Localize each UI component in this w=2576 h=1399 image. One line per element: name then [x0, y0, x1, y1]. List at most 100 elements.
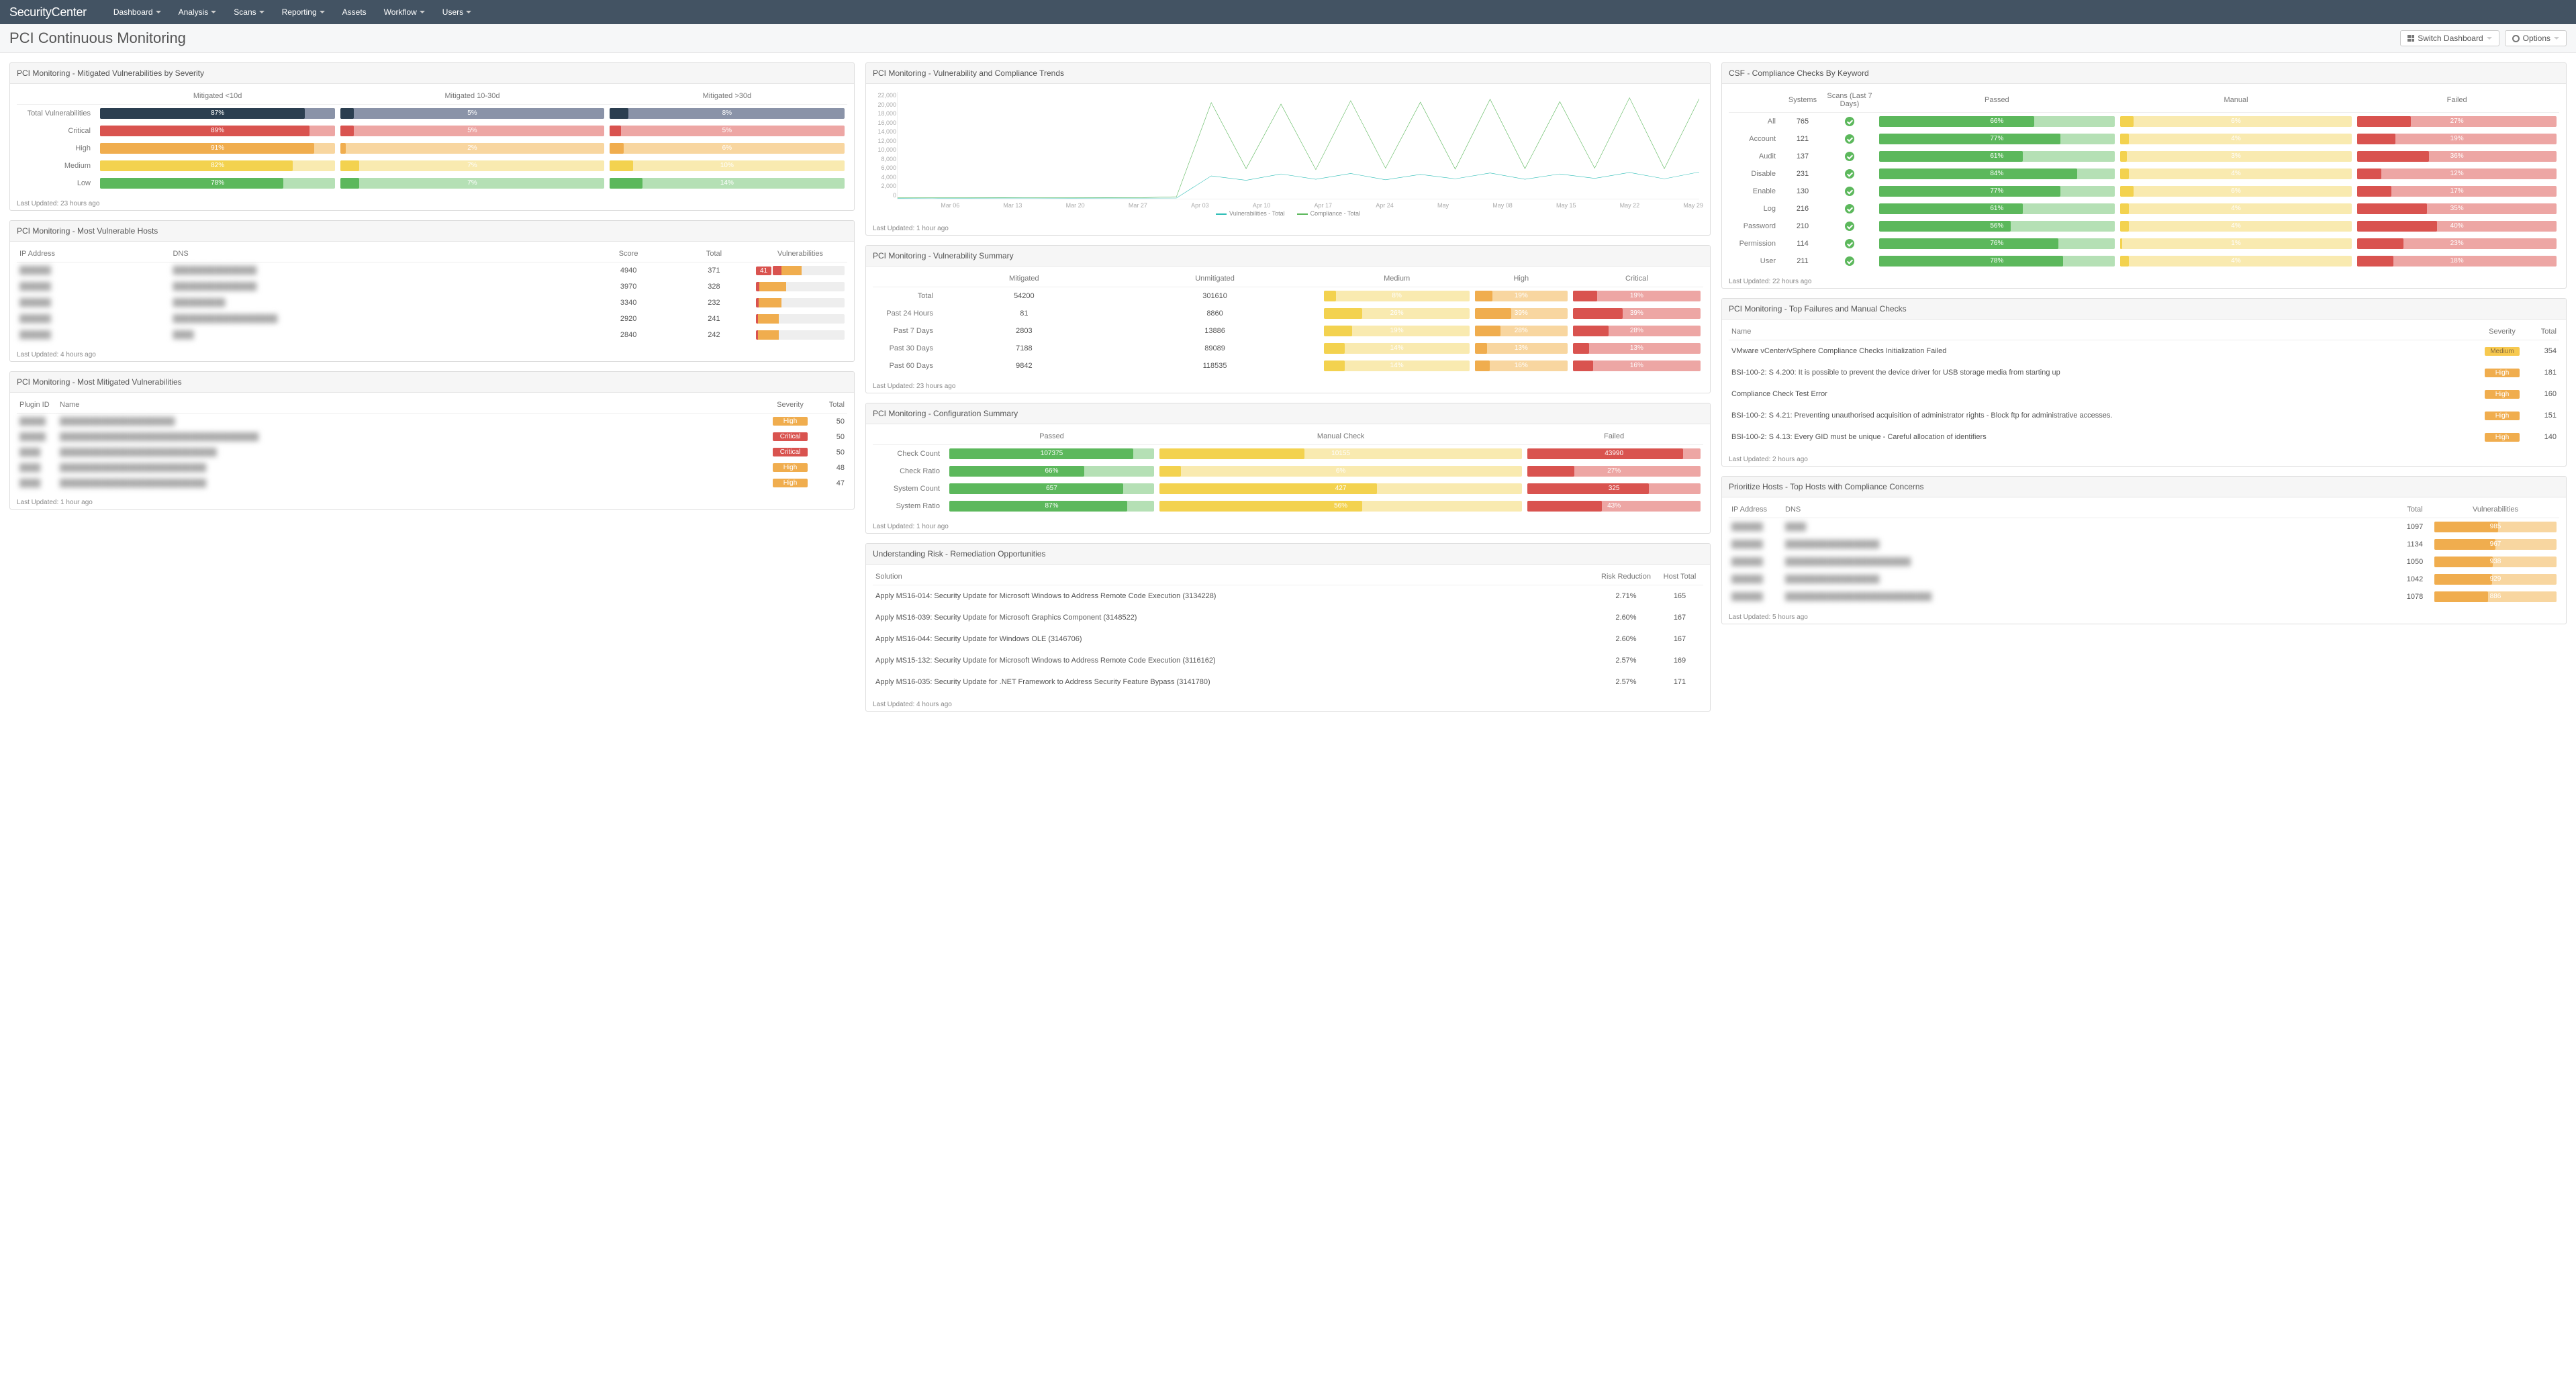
bar-cell[interactable]: 6% — [2120, 116, 2352, 127]
table-row[interactable]: Permission 114 76% 1% 23% — [1729, 235, 2559, 252]
table-row[interactable]: BSI-100-2: S 4.200: It is possible to pr… — [1729, 362, 2559, 383]
bar-cell[interactable]: 657 — [949, 483, 1154, 494]
bar-cell[interactable]: 78% — [1879, 256, 2115, 267]
bar-cell[interactable]: 76% — [1879, 238, 2115, 249]
bar-cell[interactable]: 5% — [610, 126, 845, 136]
table-row[interactable]: Compliance Check Test Error High 160 — [1729, 383, 2559, 405]
table-row[interactable]: Disable 231 84% 4% 12% — [1729, 165, 2559, 183]
bar-cell[interactable]: 3% — [2120, 151, 2352, 162]
bar-cell[interactable]: 325 — [1527, 483, 1701, 494]
brand-logo[interactable]: SecurityCenter — [9, 5, 87, 19]
bar-cell[interactable]: 56% — [1879, 221, 2115, 232]
bar-cell[interactable]: 89% — [100, 126, 335, 136]
switch-dashboard-button[interactable]: Switch Dashboard — [2400, 30, 2499, 46]
bar-cell[interactable]: 28% — [1475, 326, 1568, 336]
bar-cell[interactable]: 43% — [1527, 501, 1701, 512]
bar-cell[interactable]: 87% — [949, 501, 1154, 512]
bar-cell[interactable]: 26% — [1324, 308, 1469, 319]
bar-cell[interactable]: 27% — [2357, 116, 2557, 127]
nav-scans[interactable]: Scans — [234, 7, 264, 17]
bar-cell[interactable]: 886 — [2434, 591, 2557, 602]
table-row[interactable]: ██████ ██████████ 3340232 — [17, 295, 847, 311]
table-row[interactable]: ██████ ██████████████████ 1042 929 — [1729, 571, 2559, 588]
bar-cell[interactable]: 82% — [100, 160, 335, 171]
bar-cell[interactable]: 6% — [1159, 466, 1522, 477]
bar-cell[interactable]: 39% — [1573, 308, 1701, 319]
table-row[interactable]: Apply MS16-044: Security Update for Wind… — [873, 628, 1703, 650]
bar-cell[interactable]: 17% — [2357, 186, 2557, 197]
table-row[interactable]: Low78%7%14% — [17, 175, 847, 192]
bar-cell[interactable]: 35% — [2357, 203, 2557, 214]
bar-cell[interactable]: 10% — [610, 160, 845, 171]
bar-cell[interactable]: 19% — [1475, 291, 1568, 301]
table-row[interactable]: Password 210 56% 4% 40% — [1729, 218, 2559, 235]
bar-cell[interactable]: 4% — [2120, 168, 2352, 179]
bar-cell[interactable]: 929 — [2434, 574, 2557, 585]
table-row[interactable]: Apply MS16-035: Security Update for .NET… — [873, 671, 1703, 693]
bar-cell[interactable]: 6% — [2120, 186, 2352, 197]
bar-cell[interactable]: 7% — [340, 178, 604, 189]
bar-cell[interactable]: 56% — [1159, 501, 1522, 512]
bar-cell[interactable]: 78% — [100, 178, 335, 189]
table-row[interactable]: ██████ ████████████████████ 2920241 — [17, 311, 847, 327]
table-row[interactable]: Enable 130 77% 6% 17% — [1729, 183, 2559, 200]
bar-cell[interactable]: 985 — [2434, 522, 2557, 532]
nav-dashboard[interactable]: Dashboard — [113, 7, 161, 17]
table-row[interactable]: ████ ██████████████████████████████ Crit… — [17, 444, 847, 460]
bar-cell[interactable]: 8% — [610, 108, 845, 119]
table-row[interactable]: ████ ████████████████████████████ High 4… — [17, 460, 847, 475]
table-row[interactable]: ████ ████████████████████████████ High 4… — [17, 475, 847, 491]
bar-cell[interactable]: 427 — [1159, 483, 1522, 494]
nav-assets[interactable]: Assets — [342, 7, 367, 17]
bar-cell[interactable]: 4% — [2120, 221, 2352, 232]
table-row[interactable]: VMware vCenter/vSphere Compliance Checks… — [1729, 340, 2559, 363]
bar-cell[interactable]: 107375 — [949, 448, 1154, 459]
table-row[interactable]: Medium82%7%10% — [17, 157, 847, 175]
bar-cell[interactable]: 77% — [1879, 186, 2115, 197]
table-row[interactable]: BSI-100-2: S 4.21: Preventing unauthoris… — [1729, 405, 2559, 426]
bar-cell[interactable]: 77% — [1879, 134, 2115, 144]
nav-reporting[interactable]: Reporting — [282, 7, 325, 17]
bar-cell[interactable]: 14% — [1324, 360, 1469, 371]
bar-cell[interactable]: 2% — [340, 143, 604, 154]
table-row[interactable]: █████ ██████████████████████ High 50 — [17, 414, 847, 430]
bar-cell[interactable]: 13% — [1475, 343, 1568, 354]
bar-cell[interactable]: 1% — [2120, 238, 2352, 249]
table-row[interactable]: User 211 78% 4% 18% — [1729, 252, 2559, 270]
table-row[interactable]: Total 54200301610 8% 19% 19% — [873, 287, 1703, 305]
bar-cell[interactable]: 91% — [100, 143, 335, 154]
bar-cell[interactable]: 4% — [2120, 203, 2352, 214]
table-row[interactable]: █████ ██████████████████████████████████… — [17, 429, 847, 444]
table-row[interactable]: Account 121 77% 4% 19% — [1729, 130, 2559, 148]
bar-cell[interactable]: 61% — [1879, 151, 2115, 162]
bar-cell[interactable]: 10155 — [1159, 448, 1522, 459]
bar-cell[interactable]: 5% — [340, 126, 604, 136]
bar-cell[interactable]: 4% — [2120, 134, 2352, 144]
options-button[interactable]: Options — [2505, 30, 2567, 46]
table-row[interactable]: Apply MS16-014: Security Update for Micr… — [873, 585, 1703, 608]
bar-cell[interactable]: 14% — [1324, 343, 1469, 354]
bar-cell[interactable]: 4% — [2120, 256, 2352, 267]
bar-cell[interactable]: 7% — [340, 160, 604, 171]
bar-cell[interactable]: 16% — [1475, 360, 1568, 371]
bar-cell[interactable]: 66% — [1879, 116, 2115, 127]
bar-cell[interactable]: 66% — [949, 466, 1154, 477]
table-row[interactable]: High91%2%6% — [17, 140, 847, 157]
bar-cell[interactable]: 87% — [100, 108, 335, 119]
table-row[interactable]: System Ratio 87% 56% 43% — [873, 497, 1703, 515]
table-row[interactable]: Check Ratio 66% 6% 27% — [873, 463, 1703, 480]
bar-cell[interactable]: 5% — [340, 108, 604, 119]
bar-cell[interactable]: 6% — [610, 143, 845, 154]
bar-cell[interactable]: 28% — [1573, 326, 1701, 336]
table-row[interactable]: Audit 137 61% 3% 36% — [1729, 148, 2559, 165]
table-row[interactable]: ██████ ████████████████ 3970328 — [17, 279, 847, 295]
nav-users[interactable]: Users — [442, 7, 471, 17]
table-row[interactable]: Check Count 107375 10155 43990 — [873, 445, 1703, 463]
nav-analysis[interactable]: Analysis — [179, 7, 217, 17]
bar-cell[interactable]: 967 — [2434, 539, 2557, 550]
table-row[interactable]: ██████ ████ 1097 985 — [1729, 518, 2559, 536]
table-row[interactable]: All 765 66% 6% 27% — [1729, 113, 2559, 131]
table-row[interactable]: BSI-100-2: S 4.13: Every GID must be uni… — [1729, 426, 2559, 448]
table-row[interactable]: Past 30 Days 718889089 14% 13% 13% — [873, 340, 1703, 357]
table-row[interactable]: Apply MS15-132: Security Update for Micr… — [873, 650, 1703, 671]
